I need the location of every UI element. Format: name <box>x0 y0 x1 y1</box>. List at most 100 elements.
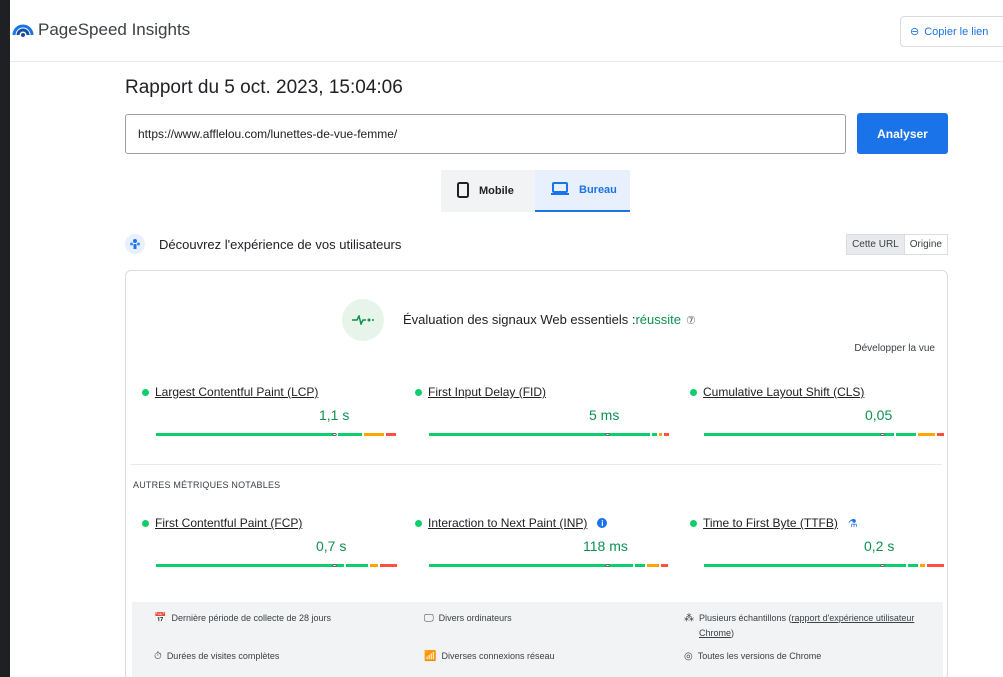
link-icon: ⊖ <box>910 26 920 38</box>
distribution-segment <box>338 433 362 436</box>
p75-marker <box>332 433 337 436</box>
network-text: Diverses connexions réseau <box>441 651 555 661</box>
metric-lcp-name[interactable]: Largest Contentful Paint (LCP) <box>155 385 318 399</box>
distribution-segment <box>380 564 397 567</box>
distribution-segment <box>429 433 650 436</box>
distribution-segment <box>647 564 659 567</box>
pagespeed-logo-icon[interactable] <box>12 20 34 38</box>
info-icon[interactable]: i <box>597 518 608 528</box>
distribution-segment <box>652 433 657 436</box>
page: PageSpeed Insights ⊖ Copier le lien Rapp… <box>10 0 1003 677</box>
info-samples: ⁂ Plusieurs échantillons (rapport d'expé… <box>684 611 939 641</box>
distribution-segment <box>937 433 944 436</box>
stopwatch-icon: ⏱ <box>154 651 162 662</box>
metric-cls: Cumulative Layout Shift (CLS) 0,05 <box>690 385 944 445</box>
metric-inp: Interaction to Next Paint (INP) i 118 ms <box>415 516 668 576</box>
metric-lcp-distribution-bar <box>156 433 396 436</box>
top-bar: PageSpeed Insights ⊖ Copier le lien <box>10 0 1003 62</box>
report-title: Rapport du 5 oct. 2023, 15:04:06 <box>125 77 403 98</box>
metric-ttfb-name[interactable]: Time to First Byte (TTFB) <box>703 516 838 530</box>
distribution-segment <box>896 433 916 436</box>
metric-lcp: Largest Contentful Paint (LCP) 1,1 s <box>142 385 396 445</box>
heartbeat-icon <box>342 299 384 341</box>
distribution-segment <box>635 564 645 567</box>
distribution-segment <box>927 564 944 567</box>
section-title: Découvrez l'expérience de vos utilisateu… <box>159 236 402 252</box>
analyze-button[interactable]: Analyser <box>857 113 948 154</box>
info-chrome-versions: ◎ Toutes les versions de Chrome <box>684 649 821 664</box>
good-status-dot <box>415 388 422 396</box>
divider <box>131 464 942 465</box>
copy-link-button[interactable]: ⊖ Copier le lien <box>900 16 1003 47</box>
metric-inp-name[interactable]: Interaction to Next Paint (INP) <box>428 516 587 530</box>
tab-desktop[interactable]: Bureau <box>535 170 630 212</box>
distribution-segment <box>918 433 935 436</box>
info-collection-period: 📅 Dernière période de collecte de 28 jou… <box>154 611 331 626</box>
info-visit-durations: ⏱ Durées de visites complètes <box>154 649 279 664</box>
toggle-this-url[interactable]: Cette URL <box>847 235 905 254</box>
distribution-segment <box>908 564 918 567</box>
tab-mobile-label: Mobile <box>479 185 514 197</box>
copy-link-label: Copier le lien <box>924 25 989 38</box>
mobile-icon <box>457 181 469 201</box>
cwv-assessment-label: Évaluation des signaux Web essentiels : <box>403 312 636 327</box>
flask-icon[interactable]: ⚗ <box>848 517 858 530</box>
metric-fcp-distribution-bar <box>156 564 397 567</box>
metric-inp-value: 118 ms <box>583 538 628 554</box>
info-devices: 🖵 Divers ordinateurs <box>424 611 512 626</box>
collection-info-panel: 📅 Dernière période de collecte de 28 jou… <box>132 602 943 677</box>
distribution-segment <box>664 433 669 436</box>
devices-icon: 🖵 <box>424 613 434 624</box>
good-status-dot <box>415 519 422 527</box>
metric-fid-value: 5 ms <box>589 407 620 423</box>
field-data-card: Évaluation des signaux Web essentiels :r… <box>125 270 948 677</box>
metric-lcp-value: 1,1 s <box>319 407 350 423</box>
samples-icon: ⁂ <box>684 613 694 624</box>
device-tabs: Mobile Bureau <box>441 170 630 212</box>
good-status-dot <box>690 388 697 396</box>
metric-cls-distribution-bar <box>704 433 944 436</box>
metric-fid-name[interactable]: First Input Delay (FID) <box>428 385 546 399</box>
tab-mobile[interactable]: Mobile <box>441 170 535 212</box>
help-icon[interactable]: ⑦ <box>686 315 696 327</box>
desktop-icon <box>551 181 569 199</box>
calendar-icon: 📅 <box>154 613 167 624</box>
metric-fcp-name[interactable]: First Contentful Paint (FCP) <box>155 516 302 530</box>
p75-marker <box>880 433 885 436</box>
samples-prefix: Plusieurs échantillons ( <box>699 613 792 623</box>
metric-fid: First Input Delay (FID) 5 ms <box>415 385 669 445</box>
toggle-origin[interactable]: Origine <box>905 235 947 254</box>
metric-cls-value: 0,05 <box>865 407 893 423</box>
app-title[interactable]: PageSpeed Insights <box>38 20 190 40</box>
distribution-segment <box>156 564 344 567</box>
distribution-segment <box>704 433 894 436</box>
devices-text: Divers ordinateurs <box>438 613 512 623</box>
good-status-dot <box>142 519 149 527</box>
samples-suffix: ) <box>731 628 735 638</box>
metric-fid-distribution-bar <box>429 433 669 436</box>
distribution-segment <box>920 564 925 567</box>
tab-desktop-label: Bureau <box>579 184 617 196</box>
distribution-segment <box>364 433 384 436</box>
p75-marker <box>605 433 610 436</box>
distribution-segment <box>659 433 662 436</box>
chrome-icon: ◎ <box>684 651 693 662</box>
metric-ttfb-distribution-bar <box>704 564 944 567</box>
metric-cls-name[interactable]: Cumulative Layout Shift (CLS) <box>703 385 864 399</box>
chrome-versions-text: Toutes les versions de Chrome <box>697 651 822 661</box>
p75-marker <box>880 564 885 567</box>
metric-inp-distribution-bar <box>429 564 669 567</box>
cwv-assessment: Évaluation des signaux Web essentiels :r… <box>403 312 696 327</box>
p75-marker <box>605 564 610 567</box>
distribution-segment <box>661 564 668 567</box>
url-input[interactable] <box>125 114 846 154</box>
distribution-segment <box>346 564 368 567</box>
distribution-segment <box>386 433 396 436</box>
cwv-result: réussite <box>635 312 681 327</box>
expand-view-link[interactable]: Développer la vue <box>854 343 935 354</box>
metric-fcp: First Contentful Paint (FCP) 0,7 s <box>142 516 397 576</box>
visit-durations-text: Durées de visites complètes <box>166 651 280 661</box>
metric-ttfb: Time to First Byte (TTFB) ⚗ 0,2 s <box>690 516 944 576</box>
info-network: 📶 Diverses connexions réseau <box>424 649 555 664</box>
good-status-dot <box>690 519 697 527</box>
